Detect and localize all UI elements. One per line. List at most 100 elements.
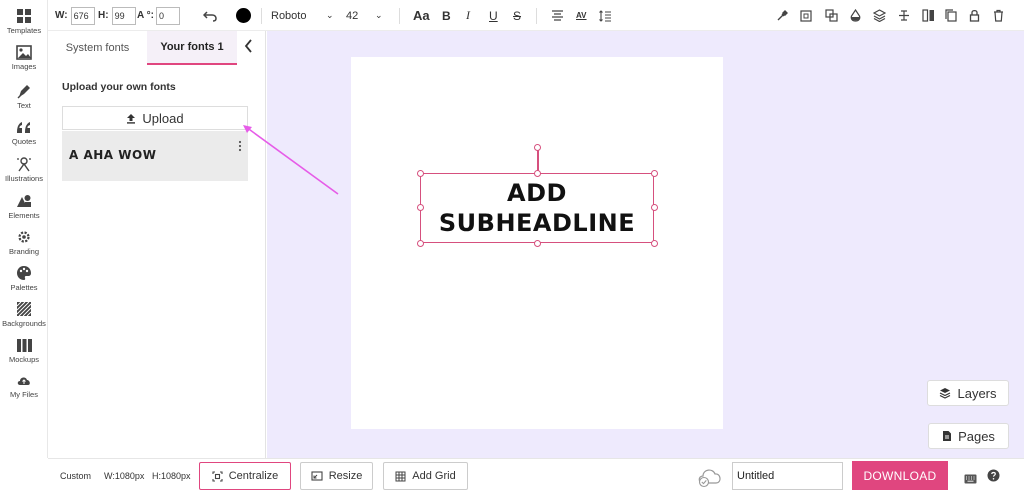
arrange-button[interactable] <box>825 0 838 31</box>
position-button[interactable] <box>800 0 812 31</box>
kebab-menu-icon[interactable] <box>237 140 243 152</box>
rail-mockups[interactable]: Mockups <box>0 338 48 364</box>
bold-icon: B <box>442 8 451 23</box>
font-name: A AHA WOW <box>69 148 157 162</box>
height-input[interactable]: 99 <box>111 6 136 25</box>
page-icon <box>943 431 952 441</box>
rail-branding[interactable]: Branding <box>0 229 48 256</box>
document-title-input[interactable]: Untitled <box>732 462 843 490</box>
trash-icon <box>994 9 1003 22</box>
text-case-button[interactable]: Aa <box>413 0 430 31</box>
layer-order-button[interactable] <box>873 0 886 31</box>
angle-label: A °: <box>137 10 154 21</box>
align-button[interactable] <box>551 0 564 31</box>
rail-templates[interactable]: Templates <box>0 8 48 35</box>
resize-handle-w[interactable] <box>416 204 424 211</box>
resize-handle-ne[interactable] <box>650 169 658 177</box>
duplicate-button[interactable] <box>945 0 957 31</box>
resize-handle-nw[interactable] <box>416 169 424 177</box>
rail-label: Branding <box>8 247 40 256</box>
undo-button[interactable] <box>203 0 217 31</box>
case-icon: Aa <box>413 8 430 23</box>
rail-palettes[interactable]: Palettes <box>0 265 48 292</box>
centralize-button[interactable]: Centralize <box>199 462 291 490</box>
font-family-value: Roboto <box>271 9 307 22</box>
divider <box>536 8 537 24</box>
italic-button[interactable]: I <box>466 0 470 31</box>
upload-font-button[interactable]: Upload <box>62 106 248 130</box>
tab-system-fonts[interactable]: System fonts <box>49 31 146 65</box>
rail-elements[interactable]: Elements <box>0 193 48 220</box>
delete-button[interactable] <box>993 0 1004 31</box>
pages-label: Pages <box>958 428 995 444</box>
line-height-button[interactable] <box>599 0 612 31</box>
tab-your-fonts[interactable]: Your fonts 1 <box>147 31 237 65</box>
rail-text[interactable]: Text <box>0 83 48 110</box>
rail-backgrounds[interactable]: Backgrounds <box>0 301 48 328</box>
underline-button[interactable]: U <box>489 0 498 31</box>
keyboard-shortcuts-icon[interactable] <box>964 471 977 489</box>
text-line: SUBHEADLINE <box>438 209 636 237</box>
lock-button[interactable] <box>969 0 980 31</box>
rail-my-files[interactable]: My Files <box>0 374 48 399</box>
position-grid-icon <box>800 9 812 22</box>
rotate-handle[interactable] <box>534 144 541 151</box>
height-control: H: 99 <box>98 0 136 31</box>
collapse-panel-button[interactable] <box>244 39 253 57</box>
text-color-swatch[interactable] <box>236 0 251 31</box>
align-middle-button[interactable] <box>898 0 910 31</box>
color-dot <box>236 8 251 23</box>
centralize-label: Centralize <box>228 470 279 482</box>
design-canvas[interactable]: ADD SUBHEADLINE <box>351 57 723 429</box>
angle-input[interactable]: 0 <box>155 6 180 25</box>
rail-label: Text <box>17 101 31 110</box>
bold-button[interactable]: B <box>442 0 451 31</box>
opacity-button[interactable] <box>850 0 861 31</box>
width-input[interactable]: 676 <box>70 6 95 25</box>
pages-button[interactable]: Pages <box>928 423 1009 449</box>
duplicate-icon <box>945 9 957 22</box>
resize-handle-n[interactable] <box>534 169 541 177</box>
strikethrough-button[interactable]: S <box>513 0 521 31</box>
letter-spacing-button[interactable]: AV <box>576 0 587 31</box>
help-icon[interactable] <box>987 469 1000 487</box>
rail-label: Templates <box>6 26 42 35</box>
palette-icon <box>17 266 31 280</box>
add-grid-button[interactable]: Add Grid <box>383 462 468 490</box>
resize-handle-e[interactable] <box>650 204 658 211</box>
rail-illustrations[interactable]: Illustrations <box>0 156 48 183</box>
flip-button[interactable] <box>922 0 935 31</box>
rail-label: Palettes <box>10 283 38 292</box>
rail-images[interactable]: Images <box>0 45 48 71</box>
cloud-files-icon <box>17 377 30 385</box>
resize-button[interactable]: Resize <box>300 462 373 490</box>
rail-label: Quotes <box>11 137 37 146</box>
font-size-select[interactable]: 42 ⌄ <box>346 0 391 31</box>
chevron-down-icon: ⌄ <box>375 10 383 20</box>
eyedropper-icon <box>777 9 788 20</box>
resize-handle-se[interactable] <box>650 239 658 247</box>
resize-handle-s[interactable] <box>534 239 541 247</box>
canvas-height-text: H:1080px <box>152 471 191 481</box>
rail-quotes[interactable]: Quotes <box>0 120 48 146</box>
opacity-drop-icon <box>850 9 861 22</box>
rail-label: Elements <box>8 211 40 220</box>
divider <box>399 8 400 24</box>
rail-label: My Files <box>10 390 38 399</box>
eyedropper-button[interactable] <box>776 0 788 31</box>
font-list-item[interactable]: A AHA WOW <box>62 131 248 181</box>
upload-icon <box>127 113 136 124</box>
lock-icon <box>969 9 980 22</box>
cloud-saved-icon <box>696 464 724 493</box>
resize-handle-sw[interactable] <box>416 239 424 247</box>
size-preset-label: Custom <box>60 471 92 481</box>
font-family-select[interactable]: Roboto ⌄ <box>271 0 343 31</box>
canvas-width-text: W:1080px <box>104 471 145 481</box>
layers-button[interactable]: Layers <box>927 380 1009 406</box>
download-button[interactable]: DOWNLOAD <box>852 461 948 490</box>
selected-text-element[interactable]: ADD SUBHEADLINE <box>416 144 658 247</box>
subheadline-text[interactable]: ADD SUBHEADLINE <box>421 174 653 242</box>
left-rail: Templates Images Text Quotes Illustratio… <box>0 0 48 458</box>
upload-label: Upload <box>142 110 184 126</box>
elements-icon <box>17 195 31 207</box>
